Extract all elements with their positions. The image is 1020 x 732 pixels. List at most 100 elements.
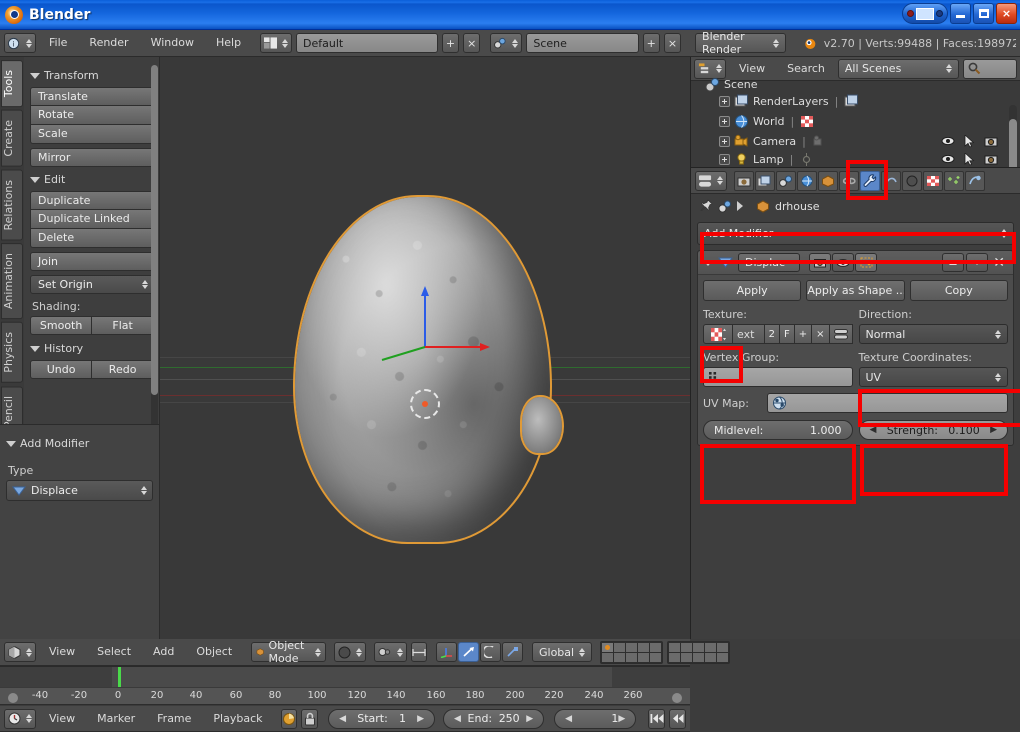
snap-during-transform-button[interactable] (411, 642, 427, 662)
decrement-arrow-icon[interactable]: ◀ (870, 425, 877, 435)
mirror-button[interactable]: Mirror (30, 148, 154, 167)
properties-tab-render[interactable] (734, 171, 754, 191)
apply-button[interactable]: Apply (703, 280, 801, 301)
texture-browse-button[interactable] (703, 324, 733, 344)
screen-layout-browse-button[interactable] (260, 33, 292, 53)
properties-tab-modifiers[interactable] (860, 171, 880, 191)
modifier-name-field[interactable]: Displac (738, 253, 800, 272)
delete-modifier-button[interactable]: ✕ (990, 255, 1008, 271)
set-origin-dropdown[interactable]: Set Origin (30, 275, 154, 294)
texture-fake-user-toggle[interactable]: F (780, 324, 795, 344)
interaction-mode-dropdown[interactable]: Object Mode (251, 642, 326, 662)
close-button[interactable]: × (996, 3, 1017, 24)
operator-panel-header[interactable]: Add Modifier (6, 437, 153, 450)
transform-orientation-dropdown[interactable]: Global (532, 642, 592, 662)
properties-tab-renderlayers[interactable] (755, 171, 775, 191)
3dview-editor-type-button[interactable] (4, 642, 36, 662)
manipulator-toggle-button[interactable] (436, 642, 457, 662)
menu-window[interactable]: Window (142, 31, 203, 55)
timeline-menu-playback[interactable]: Playback (204, 707, 271, 731)
camera-render-icon[interactable] (984, 135, 998, 147)
viewport-menu-object[interactable]: Object (187, 640, 241, 664)
timeline-menu-view[interactable]: View (40, 707, 84, 731)
texture-users-count[interactable]: 2 (765, 324, 780, 344)
eye-icon[interactable] (941, 135, 955, 147)
viewport-visibility-toggle[interactable] (832, 253, 854, 272)
texture-coordinates-dropdown[interactable]: UV (859, 367, 1009, 387)
texture-unlink-button[interactable]: × (812, 324, 829, 344)
render-engine-dropdown[interactable]: Blender Render (695, 33, 786, 53)
decrement-arrow-icon[interactable]: ◀ (565, 714, 572, 724)
uv-map-field[interactable] (767, 393, 1008, 413)
scale-manipulator-button[interactable] (502, 642, 523, 662)
expand-icon[interactable] (719, 96, 730, 107)
previous-keyframe-button[interactable] (669, 709, 686, 729)
outliner-row-lamp[interactable]: Lamp | (691, 151, 1020, 167)
scene-field[interactable]: Scene (526, 33, 638, 53)
start-frame-field[interactable]: ◀ Start: 1 ▶ (328, 709, 435, 729)
duplicate-button[interactable]: Duplicate (30, 191, 154, 210)
jump-to-start-button[interactable] (648, 709, 665, 729)
panel-transform-header[interactable]: Transform (30, 69, 154, 82)
pin-icon[interactable] (699, 199, 713, 213)
undo-button[interactable]: Undo (30, 360, 92, 379)
redo-button[interactable]: Redo (92, 360, 154, 379)
chevron-down-icon[interactable] (703, 260, 713, 266)
shade-smooth-button[interactable]: Smooth (30, 316, 92, 335)
rotate-button[interactable]: Rotate (30, 106, 154, 125)
auto-keyframe-button[interactable] (281, 709, 298, 729)
playhead[interactable] (118, 667, 121, 687)
expand-icon[interactable] (719, 116, 730, 127)
eye-icon[interactable] (941, 153, 955, 165)
panel-edit-header[interactable]: Edit (30, 173, 154, 186)
current-frame-field[interactable]: ◀ 1 ▶ (554, 709, 636, 729)
midlevel-slider[interactable]: Midlevel: 1.000 (703, 420, 853, 440)
duplicate-linked-button[interactable]: Duplicate Linked (30, 210, 154, 229)
expand-icon[interactable] (719, 136, 730, 147)
copy-button[interactable]: Copy (910, 280, 1008, 301)
delete-button[interactable]: Delete (30, 229, 154, 248)
properties-tab-particles[interactable] (944, 171, 964, 191)
timeline-menu-marker[interactable]: Marker (88, 707, 144, 731)
panel-history-header[interactable]: History (30, 342, 154, 355)
viewport-shading-dropdown[interactable] (334, 642, 366, 662)
outliner-row-camera[interactable]: Camera | (691, 131, 1020, 151)
layer-block-top[interactable] (600, 641, 663, 664)
scale-button[interactable]: Scale (30, 125, 154, 144)
vertex-group-field[interactable] (703, 367, 853, 387)
delete-scene-button[interactable]: × (664, 33, 681, 53)
properties-tab-texture[interactable] (923, 171, 943, 191)
outliner-row-world[interactable]: World | (691, 111, 1020, 131)
pivot-point-dropdown[interactable] (374, 642, 407, 662)
decrement-arrow-icon[interactable]: ◀ (454, 714, 461, 724)
render-visibility-toggle[interactable] (809, 253, 831, 272)
camera-render-icon[interactable] (984, 153, 998, 165)
strength-slider[interactable]: ◀ Strength: 0.100 ▶ (859, 420, 1009, 440)
properties-tab-world[interactable] (797, 171, 817, 191)
outliner-display-mode-dropdown[interactable]: All Scenes (838, 59, 959, 79)
increment-arrow-icon[interactable]: ▶ (618, 714, 625, 724)
outliner-editor-type-button[interactable] (694, 59, 726, 79)
timeline-editor-type-button[interactable] (4, 709, 36, 729)
direction-dropdown[interactable]: Normal (859, 324, 1009, 344)
add-scene-button[interactable]: + (643, 33, 660, 53)
outliner-search-input[interactable] (963, 59, 1017, 79)
properties-tab-object[interactable] (818, 171, 838, 191)
toolshelf-scrollbar[interactable] (151, 65, 158, 455)
properties-tab-material[interactable] (902, 171, 922, 191)
menu-file[interactable]: File (40, 31, 76, 55)
properties-tab-physics[interactable] (965, 171, 985, 191)
decrement-arrow-icon[interactable]: ◀ (339, 714, 346, 724)
increment-arrow-icon[interactable]: ▶ (526, 714, 533, 724)
cursor-arrow-icon[interactable] (964, 153, 975, 166)
shade-flat-button[interactable]: Flat (92, 316, 154, 335)
properties-tab-data[interactable] (881, 171, 901, 191)
restore-pill-button[interactable] (902, 3, 948, 24)
outliner-row-scene[interactable]: Scene (691, 77, 1020, 91)
texture-list-button[interactable] (830, 324, 853, 344)
properties-editor-type-button[interactable] (695, 171, 727, 191)
edit-mode-visibility-toggle[interactable] (855, 253, 877, 272)
info-editor-type-button[interactable]: i (4, 33, 36, 53)
scene-browse-button[interactable] (490, 33, 522, 53)
toolshelf-tab-relations[interactable]: Relations (1, 170, 23, 241)
